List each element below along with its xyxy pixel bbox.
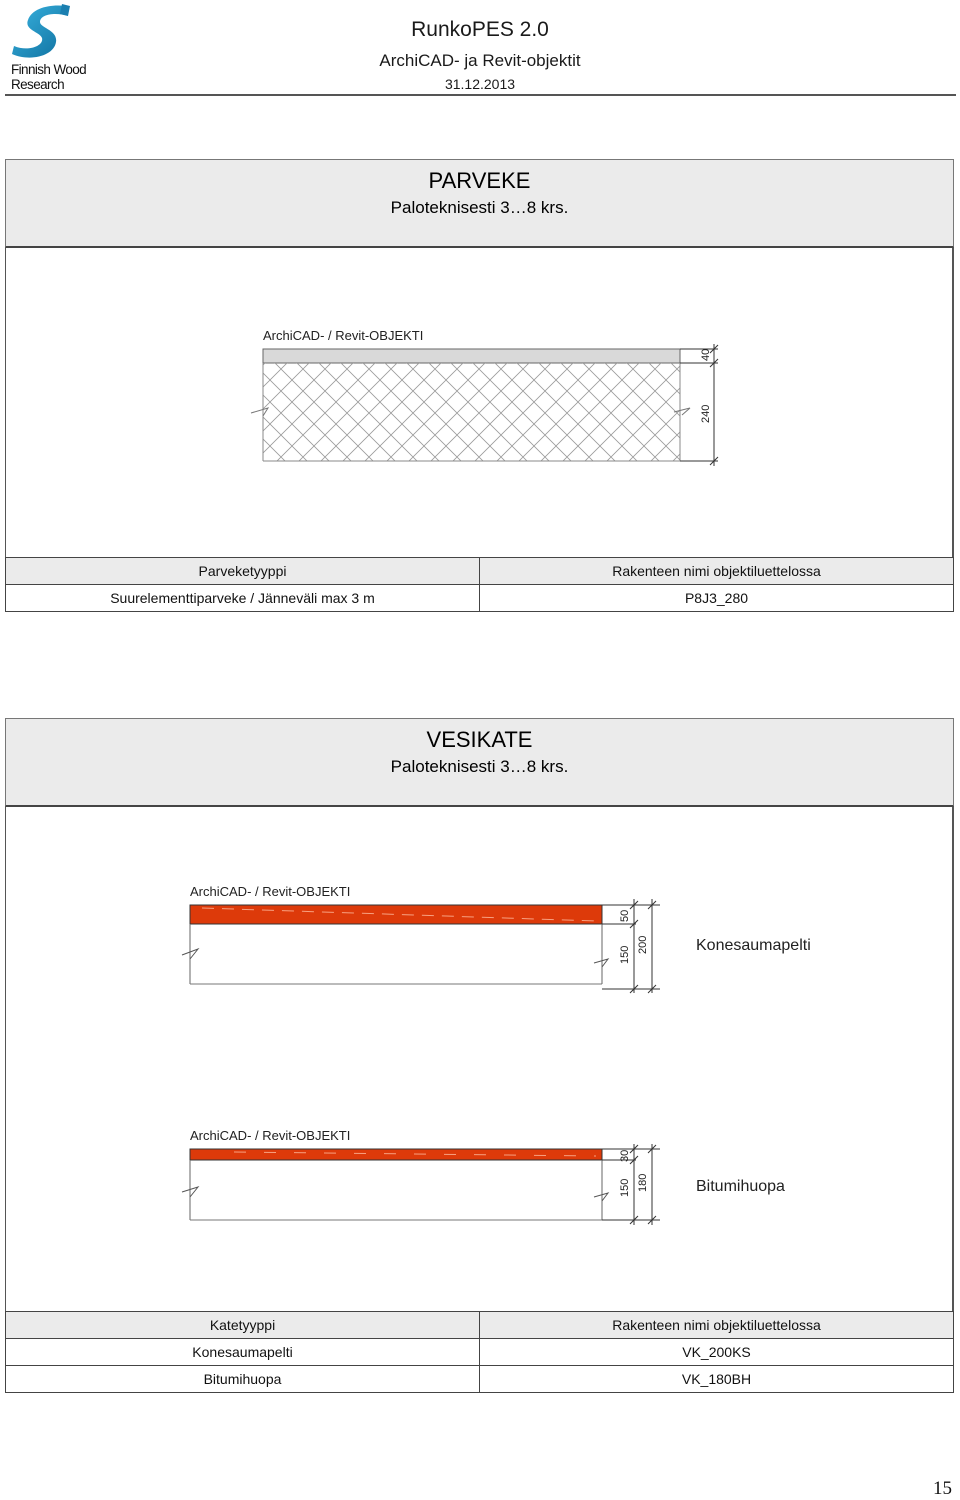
dimension-label: 240 xyxy=(700,405,712,423)
break-symbol-right xyxy=(593,958,610,968)
header-divider xyxy=(5,94,956,96)
page-number: 15 xyxy=(933,1478,952,1499)
drawing-caption: Bitumihuopa xyxy=(696,1178,785,1195)
dimension-label: 150 xyxy=(619,946,631,964)
section-drawing-area-vesikate: ArchiCAD- / Revit-OBJEKTI 50 150 200 Kon… xyxy=(5,807,954,1312)
column-header: Katetyyppi xyxy=(5,1311,480,1339)
table-cell: Bitumihuopa xyxy=(5,1365,480,1393)
table-header-row: Parveketyyppi Rakenteen nimi objektiluet… xyxy=(5,557,954,585)
dimension-label: 40 xyxy=(700,349,712,361)
surface-layer xyxy=(262,348,681,364)
section-header-parveke: PARVEKE Paloteknisesti 3…8 krs. xyxy=(5,159,954,248)
break-symbol-right xyxy=(593,1192,610,1202)
roof-red-layer xyxy=(189,904,603,925)
balcony-section-drawing: ArchiCAD- / Revit-OBJEKTI 40 240 xyxy=(250,328,719,466)
dimension-label: 150 xyxy=(619,1179,631,1197)
column-header: Rakenteen nimi objektiluettelossa xyxy=(479,1311,954,1339)
document-date: 31.12.2013 xyxy=(444,76,516,92)
drawing-caption: Konesaumapelti xyxy=(696,937,811,954)
roof-drawing-konesaumapelti: ArchiCAD- / Revit-OBJEKTI 50 150 200 Kon… xyxy=(181,884,811,994)
table-cell: VK_180BH xyxy=(479,1365,954,1393)
table-row: Konesaumapelti VK_200KS xyxy=(5,1338,954,1366)
column-header: Rakenteen nimi objektiluettelossa xyxy=(479,557,954,585)
hatched-core-layer xyxy=(263,363,680,461)
drawing-label: ArchiCAD- / Revit-OBJEKTI xyxy=(190,884,350,899)
section-subtitle: Paloteknisesti 3…8 krs. xyxy=(390,757,569,776)
table-cell: VK_200KS xyxy=(479,1338,954,1366)
dimension-label: 30 xyxy=(619,1150,631,1162)
dimension-label: 200 xyxy=(637,936,649,954)
table-row: Bitumihuopa VK_180BH xyxy=(5,1365,954,1393)
table-row: Suurelementtiparveke / Jänneväli max 3 m… xyxy=(5,584,954,612)
column-header: Parveketyyppi xyxy=(5,557,480,585)
dimension-label: 180 xyxy=(637,1174,649,1192)
dimension-label: 50 xyxy=(619,910,631,922)
roof-section-drawings: ArchiCAD- / Revit-OBJEKTI 50 150 200 Kon… xyxy=(181,884,811,1225)
section-title: VESIKATE xyxy=(426,727,533,752)
table-cell: P8J3_280 xyxy=(479,584,954,612)
roof-drawing-bitumihuopa: ArchiCAD- / Revit-OBJEKTI 30 150 180 Bit… xyxy=(181,1128,785,1225)
section-drawing-area-parveke: ArchiCAD- / Revit-OBJEKTI 40 240 xyxy=(5,248,954,557)
table-cell: Suurelementtiparveke / Jänneväli max 3 m xyxy=(5,584,480,612)
table-header-row: Katetyyppi Rakenteen nimi objektiluettel… xyxy=(5,1311,954,1339)
roof-type-table: Katetyyppi Rakenteen nimi objektiluettel… xyxy=(5,1311,954,1393)
roof-red-layer xyxy=(189,1148,603,1161)
document-title: RunkoPES 2.0 xyxy=(411,18,549,41)
drawing-label: ArchiCAD- / Revit-OBJEKTI xyxy=(263,328,423,343)
section-title: PARVEKE xyxy=(428,168,531,193)
drawing-label: ArchiCAD- / Revit-OBJEKTI xyxy=(190,1128,350,1143)
balcony-type-table: Parveketyyppi Rakenteen nimi objektiluet… xyxy=(5,557,954,612)
section-subtitle: Paloteknisesti 3…8 krs. xyxy=(390,198,569,217)
table-cell: Konesaumapelti xyxy=(5,1338,480,1366)
section-header-vesikate: VESIKATE Paloteknisesti 3…8 krs. xyxy=(5,718,954,807)
document-subtitle: ArchiCAD- ja Revit-objektit xyxy=(379,51,581,70)
